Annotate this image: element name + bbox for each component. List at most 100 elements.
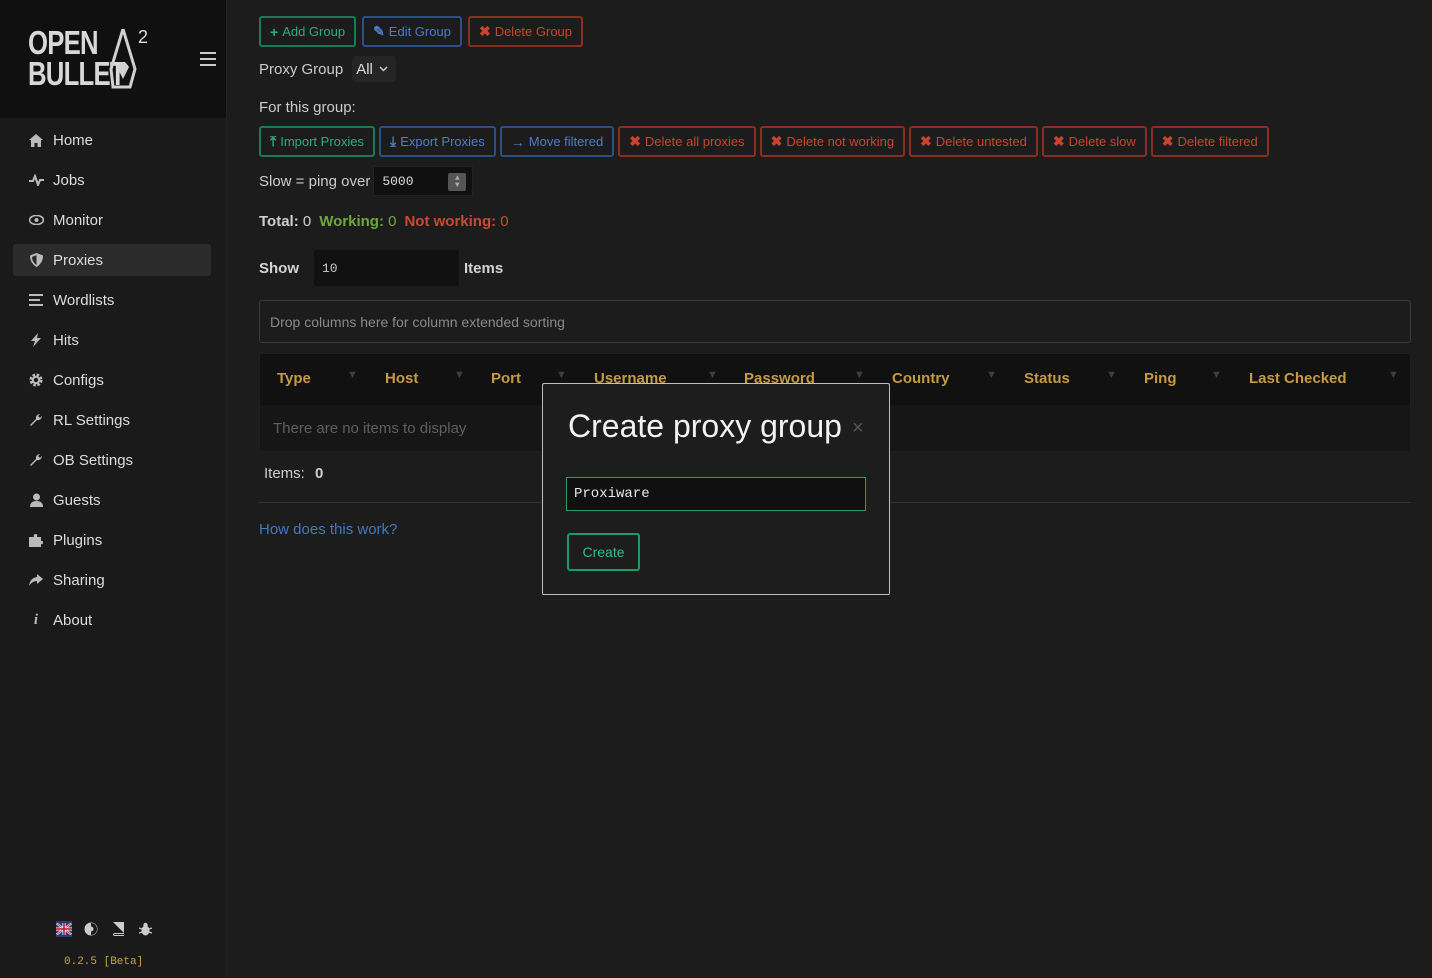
blade-icon <box>109 29 137 89</box>
close-icon[interactable]: × <box>852 417 864 440</box>
filter-icon[interactable]: ▼ <box>1388 369 1399 381</box>
menu-toggle-icon[interactable] <box>200 52 216 66</box>
slow-threshold-row: Slow = ping over 5000 ▲ ▼ <box>259 166 474 196</box>
items-count: Items: 0 <box>264 465 323 482</box>
delete-filtered-label: Delete filtered <box>1177 134 1258 149</box>
sidebar-item-sharing[interactable]: Sharing <box>13 564 211 596</box>
not-working-value: 0 <box>500 213 509 230</box>
sidebar-item-label: Home <box>53 131 94 149</box>
export-proxies-label: Export Proxies <box>400 134 485 149</box>
sidebar-nav: Home Jobs Monitor Proxies Wordlists Hits… <box>13 124 211 644</box>
sidebar-item-guests[interactable]: Guests <box>13 484 211 516</box>
x-icon: ✖ <box>770 133 783 149</box>
sidebar-item-about[interactable]: i About <box>13 604 211 636</box>
app-logo[interactable]: OPEN BULLET 2 <box>28 26 148 90</box>
filter-icon[interactable]: ▼ <box>347 369 358 381</box>
upload-icon: ⤒ <box>270 133 277 149</box>
filter-icon[interactable]: ▼ <box>986 369 997 381</box>
filter-icon[interactable]: ▼ <box>454 369 465 381</box>
column-sort-dropzone[interactable]: Drop columns here for column extended so… <box>259 300 1411 343</box>
puzzle-icon <box>28 532 44 548</box>
edit-group-button[interactable]: ✎ Edit Group <box>362 16 462 47</box>
sidebar-item-label: Hits <box>53 331 79 349</box>
delete-slow-label: Delete slow <box>1068 134 1136 149</box>
slow-threshold-value: 5000 <box>382 173 414 189</box>
filter-icon[interactable]: ▼ <box>854 369 865 381</box>
group-name-input[interactable] <box>566 477 866 511</box>
import-proxies-button[interactable]: ⤒ Import Proxies <box>259 126 376 157</box>
proxy-group-selected: All <box>356 60 373 78</box>
sidebar-item-rl-settings[interactable]: RL Settings <box>13 404 211 436</box>
column-header-status[interactable]: Status <box>1024 370 1070 387</box>
sidebar-item-monitor[interactable]: Monitor <box>13 204 211 236</box>
delete-untested-label: Delete untested <box>935 134 1027 149</box>
sidebar-item-ob-settings[interactable]: OB Settings <box>13 444 211 476</box>
filter-icon[interactable]: ▼ <box>707 369 718 381</box>
delete-not-working-button[interactable]: ✖ Delete not working <box>759 126 906 157</box>
export-proxies-button[interactable]: ⤓ Export Proxies <box>379 126 496 157</box>
proxy-group-select[interactable]: All <box>352 56 396 82</box>
sidebar-item-hits[interactable]: Hits <box>13 324 211 356</box>
sidebar-item-configs[interactable]: Configs <box>13 364 211 396</box>
column-header-ping[interactable]: Ping <box>1144 370 1177 387</box>
logo-area: OPEN BULLET 2 <box>0 0 226 118</box>
column-header-port[interactable]: Port <box>491 370 521 387</box>
number-spinner-icon[interactable]: ▲ ▼ <box>448 173 467 191</box>
chevron-down-icon <box>379 66 388 72</box>
total-label: Total: <box>259 213 299 230</box>
column-header-type[interactable]: Type <box>277 370 311 387</box>
delete-untested-button[interactable]: ✖ Delete untested <box>909 126 1038 157</box>
filter-icon[interactable]: ▼ <box>556 369 567 381</box>
dropzone-text: Drop columns here for column extended so… <box>270 313 565 330</box>
delete-all-proxies-label: Delete all proxies <box>644 134 745 149</box>
delete-slow-button[interactable]: ✖ Delete slow <box>1041 126 1147 157</box>
gear-icon <box>28 372 44 388</box>
arrow-right-icon: → <box>510 133 525 150</box>
page-size-input[interactable]: 10 <box>314 250 459 286</box>
bug-icon[interactable] <box>137 921 153 937</box>
column-header-host[interactable]: Host <box>385 370 418 387</box>
sidebar-item-label: OB Settings <box>53 451 134 469</box>
info-icon: i <box>33 611 39 628</box>
x-icon: ✖ <box>478 23 491 39</box>
working-label: Working: <box>319 213 384 230</box>
filter-icon[interactable]: ▼ <box>1211 369 1222 381</box>
delete-all-proxies-button[interactable]: ✖ Delete all proxies <box>618 126 756 157</box>
sidebar-item-label: Wordlists <box>53 291 115 309</box>
column-header-last-checked[interactable]: Last Checked <box>1249 370 1347 387</box>
sidebar-item-label: Jobs <box>53 171 85 189</box>
slow-threshold-label: Slow = ping over <box>259 172 371 190</box>
delete-filtered-button[interactable]: ✖ Delete filtered <box>1150 126 1269 157</box>
sidebar-item-wordlists[interactable]: Wordlists <box>13 284 211 316</box>
uk-flag-icon[interactable] <box>56 921 72 937</box>
sidebar-item-label: About <box>53 611 93 629</box>
show-label: Show <box>259 259 299 277</box>
move-filtered-button[interactable]: → Move filtered <box>499 126 615 157</box>
delete-group-label: Delete Group <box>494 24 573 39</box>
page-size-row: Show 10 Items <box>259 250 503 286</box>
sidebar-item-jobs[interactable]: Jobs <box>13 164 211 196</box>
book-icon[interactable] <box>110 921 126 937</box>
modal-title: Create proxy group <box>568 408 842 444</box>
delete-group-button[interactable]: ✖ Delete Group <box>467 16 584 47</box>
items-value: 0 <box>315 465 324 482</box>
filter-icon[interactable]: ▼ <box>1106 369 1117 381</box>
share-icon <box>28 572 44 588</box>
page-size-value: 10 <box>322 260 338 276</box>
sidebar-item-label: Plugins <box>53 531 103 549</box>
wrench-icon <box>28 412 44 428</box>
list-icon <box>28 292 44 308</box>
not-working-count: Not working: 0 <box>404 213 508 230</box>
help-link[interactable]: How does this work? <box>259 521 397 538</box>
sidebar-item-label: Monitor <box>53 211 104 229</box>
sidebar-item-home[interactable]: Home <box>13 124 211 156</box>
create-button[interactable]: Create <box>567 533 640 571</box>
pulse-icon <box>28 172 44 188</box>
grid-empty-message: There are no items to display <box>273 420 467 437</box>
column-header-country[interactable]: Country <box>892 370 950 387</box>
add-group-button[interactable]: + Add Group <box>259 16 357 47</box>
theme-icon[interactable] <box>83 921 99 937</box>
sidebar-item-plugins[interactable]: Plugins <box>13 524 211 556</box>
slow-threshold-input[interactable]: 5000 ▲ ▼ <box>373 166 474 196</box>
sidebar-item-proxies[interactable]: Proxies <box>13 244 211 276</box>
